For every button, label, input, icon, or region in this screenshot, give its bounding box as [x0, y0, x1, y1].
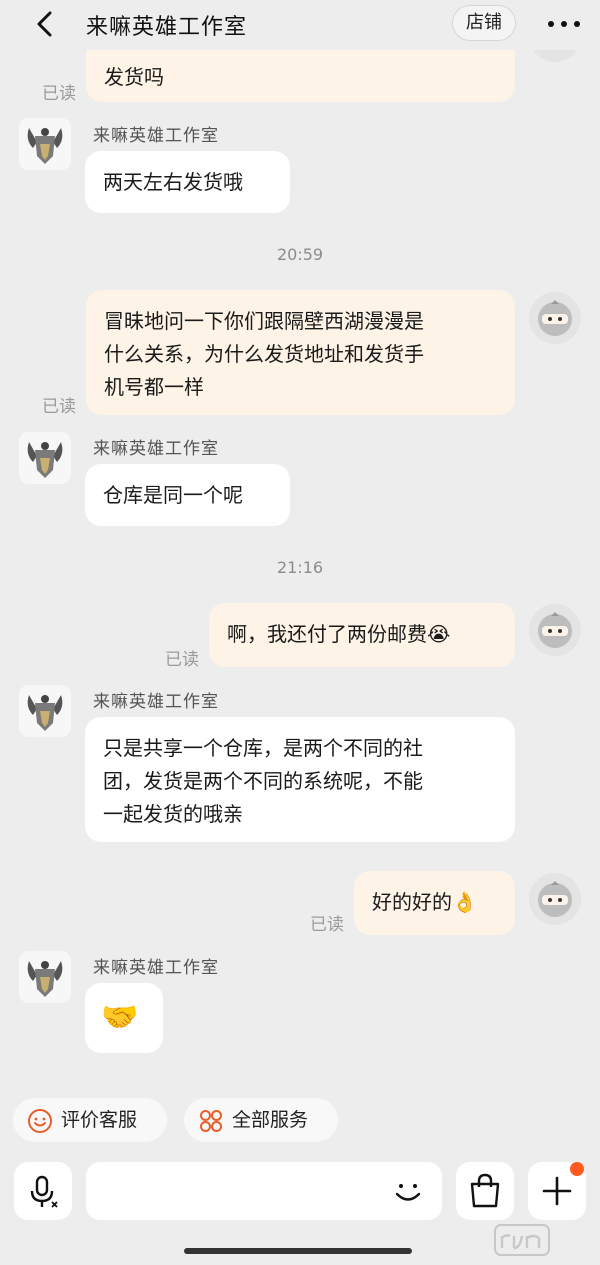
knight-avatar-icon — [529, 873, 581, 925]
knight-avatar-icon — [529, 604, 581, 656]
read-receipt: 已读 — [42, 397, 76, 417]
avatar[interactable] — [529, 292, 581, 344]
voice-input-button[interactable] — [14, 1162, 72, 1220]
microphone-icon — [30, 1175, 58, 1208]
message-bubble-theirs[interactable]: 🤝 — [85, 983, 163, 1053]
chevron-left-icon — [37, 11, 52, 37]
avatar[interactable] — [19, 118, 71, 170]
notification-dot — [570, 1162, 584, 1176]
chip-label: 评价客服 — [61, 1109, 138, 1131]
more-dots-icon — [548, 21, 580, 27]
message-bubble-mine[interactable]: 冒昧地问一下你们跟隔壁西湖漫漫是 什么关系，为什么发货地址和发货手 机号都一样 — [86, 290, 515, 415]
emoji-button[interactable] — [388, 1172, 428, 1212]
message-line: 团，发货是两个不同的系统呢，不能 — [103, 769, 423, 793]
message-bubble-theirs[interactable]: 两天左右发货哦 — [85, 151, 290, 213]
message-bubble-mine[interactable]: 好的好的👌 — [354, 871, 515, 935]
read-receipt: 已读 — [310, 915, 344, 935]
message-bubble-theirs[interactable]: 仓库是同一个呢 — [85, 464, 290, 526]
all-services-chip[interactable]: 全部服务 — [184, 1098, 338, 1142]
message-line: 一起发货的哦亲 — [103, 802, 243, 826]
chat-header: 来嘛英雄工作室 店铺 — [0, 0, 600, 50]
grid-services-icon — [200, 1110, 222, 1132]
chip-label: 全部服务 — [232, 1109, 309, 1131]
avatar[interactable] — [19, 951, 71, 1003]
message-text: 仓库是同一个呢 — [103, 483, 243, 507]
shop-logo-icon — [19, 685, 71, 737]
shop-logo-icon — [19, 951, 71, 1003]
shop-logo-icon — [19, 432, 71, 484]
avatar[interactable] — [529, 604, 581, 656]
sender-name: 来嘛英雄工作室 — [93, 126, 219, 146]
smile-face-icon — [28, 1109, 52, 1133]
sender-name: 来嘛英雄工作室 — [93, 439, 219, 459]
message-text: 好的好的👌 — [372, 890, 477, 914]
handshake-emoji: 🤝 — [101, 1000, 139, 1035]
message-text: 发货吗 — [104, 65, 164, 89]
more-options-button[interactable] — [544, 10, 584, 38]
message-line: 什么关系，为什么发货地址和发货手 — [104, 342, 424, 366]
shop-logo-icon — [19, 118, 71, 170]
watermark-logo — [494, 1224, 550, 1256]
avatar[interactable] — [19, 432, 71, 484]
rate-service-chip[interactable]: 评价客服 — [13, 1098, 167, 1142]
avatar[interactable] — [19, 685, 71, 737]
sender-name: 来嘛英雄工作室 — [93, 692, 219, 712]
timestamp: 20:59 — [276, 245, 324, 264]
message-text: 啊，我还付了两份邮费😭 — [227, 622, 451, 646]
shop-bag-button[interactable] — [456, 1162, 514, 1220]
message-line: 机号都一样 — [104, 375, 204, 399]
shop-button[interactable]: 店铺 — [452, 5, 516, 41]
message-line: 冒昧地问一下你们跟隔壁西湖漫漫是 — [104, 309, 424, 333]
read-receipt: 已读 — [165, 650, 199, 670]
message-text: 两天左右发货哦 — [103, 170, 243, 194]
message-bubble-theirs[interactable]: 只是共享一个仓库，是两个不同的社 团，发货是两个不同的系统呢，不能 一起发货的哦… — [85, 717, 515, 842]
back-button[interactable] — [28, 6, 64, 42]
home-indicator[interactable] — [184, 1248, 412, 1254]
emoji-face-icon — [395, 1184, 421, 1201]
message-bubble-mine[interactable]: 啊，我还付了两份邮费😭 — [209, 603, 515, 667]
read-receipt: 已读 — [42, 84, 76, 104]
message-line: 只是共享一个仓库，是两个不同的社 — [103, 736, 423, 760]
shopping-bag-icon — [470, 1173, 500, 1208]
knight-avatar-icon — [529, 292, 581, 344]
timestamp: 21:16 — [276, 558, 324, 577]
sender-name: 来嘛英雄工作室 — [93, 958, 219, 978]
avatar[interactable] — [529, 873, 581, 925]
message-list[interactable]: 发货吗 已读 来嘛英雄工作室 两天左右发货哦 20:59 冒昧地问一下你们跟隔壁… — [0, 0, 600, 1090]
page-title: 来嘛英雄工作室 — [86, 15, 248, 40]
